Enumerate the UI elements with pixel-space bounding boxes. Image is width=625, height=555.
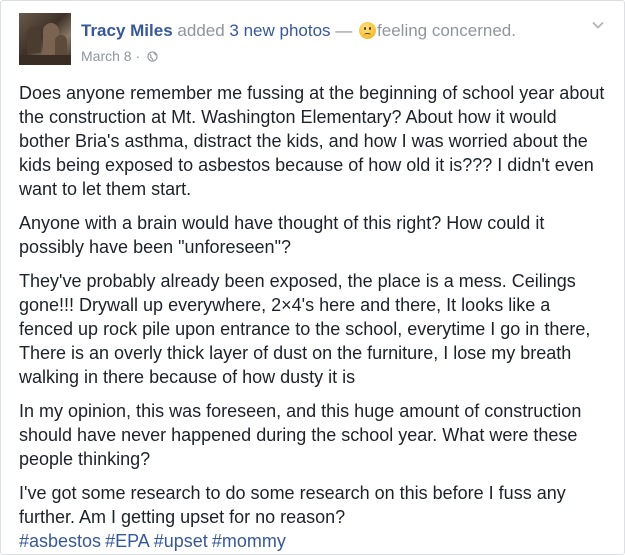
post-meta: March 8 · — [81, 48, 158, 64]
hashtag-list: #asbestos #EPA #upset #mommy — [19, 529, 609, 553]
concerned-face-icon — [359, 22, 377, 39]
avatar[interactable] — [19, 13, 71, 65]
author-name[interactable]: Tracy Miles — [81, 21, 173, 40]
globe-icon[interactable] — [147, 51, 158, 62]
chevron-down-icon[interactable] — [590, 17, 606, 33]
post-paragraph: I've got some research to do some resear… — [19, 483, 566, 527]
meta-separator: · — [135, 48, 141, 64]
hashtag-link[interactable]: #upset — [154, 531, 208, 551]
hashtag-link[interactable]: #asbestos — [19, 531, 101, 551]
photos-link[interactable]: 3 new photos — [229, 21, 330, 40]
post-paragraph: In my opinion, this was foreseen, and th… — [19, 401, 582, 469]
dash-separator: — — [335, 21, 353, 40]
hashtag-link[interactable]: #mommy — [212, 531, 286, 551]
post-headline: Tracy Miles added 3 new photos — feeling… — [81, 21, 516, 41]
post-header: Tracy Miles added 3 new photos — feeling… — [19, 13, 606, 65]
hashtag-link[interactable]: #EPA — [105, 531, 150, 551]
post-paragraph: They've probably already been exposed, t… — [19, 271, 591, 387]
post-paragraph: Anyone with a brain would have thought o… — [19, 213, 545, 257]
post-body: Does anyone remember me fussing at the b… — [19, 81, 609, 553]
facebook-post: Tracy Miles added 3 new photos — feeling… — [0, 0, 625, 555]
post-date[interactable]: March 8 — [81, 48, 132, 64]
post-paragraph: Does anyone remember me fussing at the b… — [19, 83, 605, 199]
action-text: added — [177, 21, 225, 40]
feeling-text: feeling concerned. — [377, 21, 516, 40]
